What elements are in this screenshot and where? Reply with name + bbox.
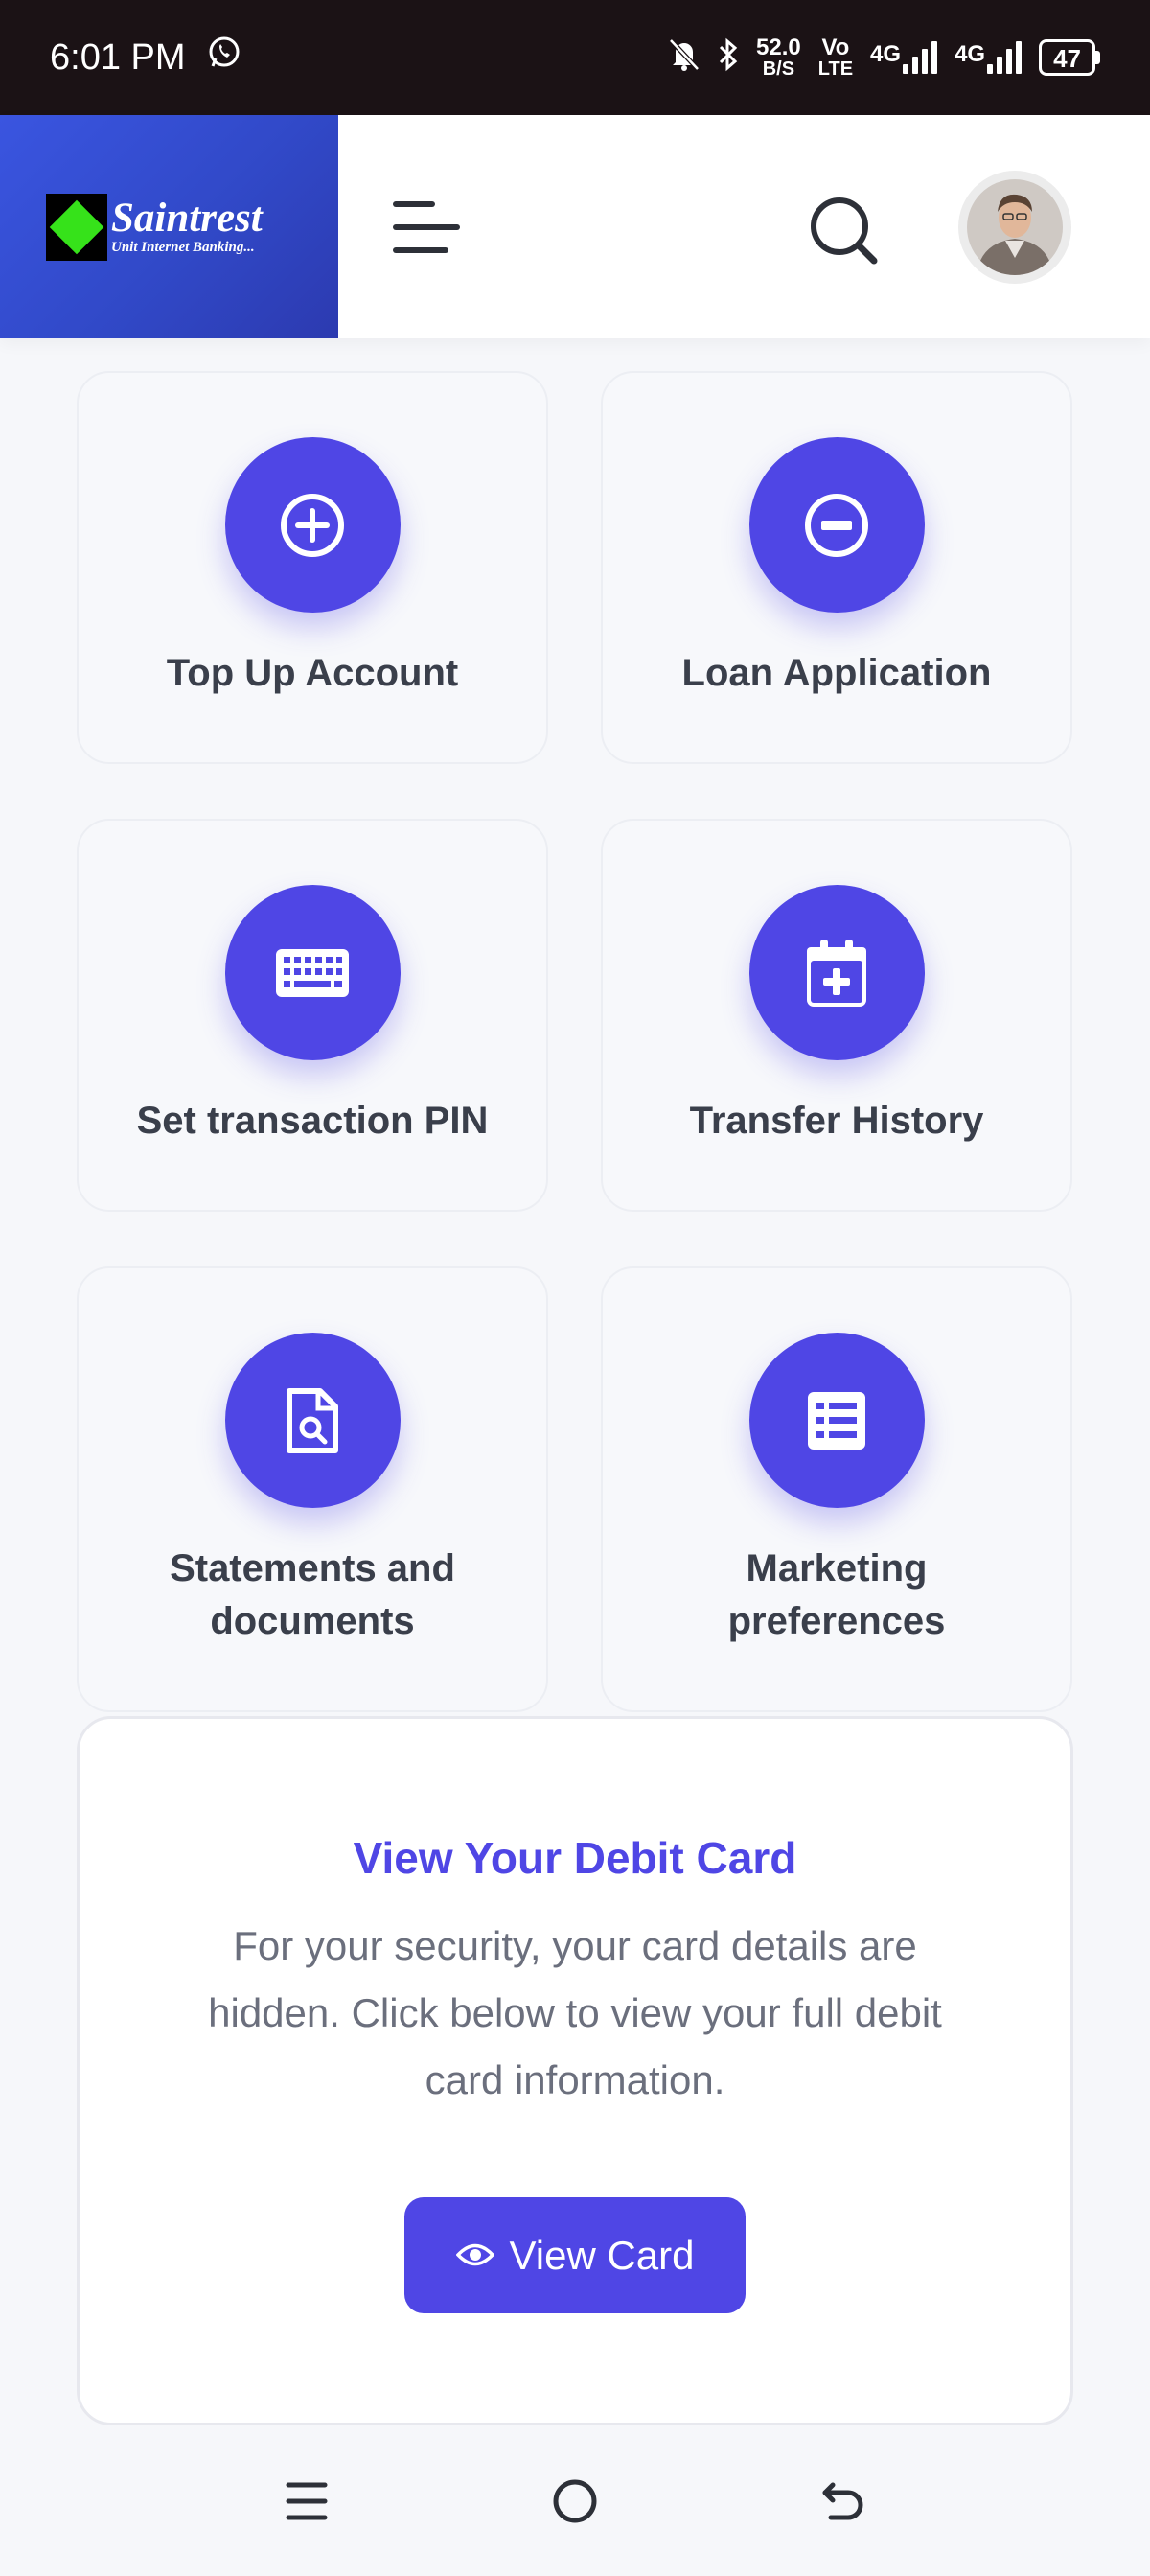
search-icon[interactable] (805, 192, 882, 268)
battery-icon (1095, 51, 1100, 64)
brand-tagline: Unit Internet Banking... (111, 240, 255, 255)
brand-logo[interactable]: Saintrest Unit Internet Banking... (0, 115, 338, 338)
volte-indicator: Vo LTE (817, 35, 854, 80)
recent-apps-icon[interactable] (278, 2472, 335, 2530)
plus-circle-icon (224, 437, 401, 613)
sim2-signal: 4G (954, 41, 1023, 74)
hamburger-menu-icon[interactable] (393, 201, 460, 253)
tile-transfer-history[interactable]: Transfer History (601, 819, 1072, 1212)
status-time: 6:01 PM (50, 36, 186, 78)
tile-label: Statements and documents (170, 1547, 455, 1643)
avatar[interactable] (958, 171, 1071, 284)
view-card-label: View Card (509, 2232, 695, 2278)
debit-card-description: For your security, your card details are… (208, 1923, 942, 2102)
mute-bell-icon (668, 37, 701, 79)
brand-name: Saintrest (111, 196, 263, 241)
tile-top-up-account[interactable]: Top Up Account (77, 371, 548, 764)
logo-mark-icon (46, 193, 107, 261)
eye-icon (455, 2233, 494, 2279)
back-icon[interactable] (815, 2472, 872, 2530)
whatsapp-icon (207, 35, 242, 80)
list-icon (748, 1333, 925, 1508)
keyboard-icon (224, 885, 401, 1060)
minus-circle-icon (748, 437, 925, 613)
status-right: 52.0 B/S Vo LTE 4G 4G 47 (668, 36, 1100, 79)
app-header: Saintrest Unit Internet Banking... (0, 115, 1150, 338)
home-icon[interactable] (546, 2472, 604, 2530)
tile-statements-and-documents[interactable]: Statements and documents (77, 1266, 548, 1712)
battery-indicator: 47 (1039, 39, 1100, 76)
signal-bars-icon (903, 41, 938, 74)
tile-label: Marketing preferences (727, 1547, 946, 1643)
tile-label: Loan Application (681, 652, 992, 694)
tile-label: Top Up Account (166, 652, 459, 694)
sim1-signal: 4G (870, 41, 938, 74)
debit-card-title: View Your Debit Card (353, 1833, 797, 1883)
debit-card-panel: View Your Debit Card For your security, … (77, 1716, 1073, 2425)
tile-label: Set transaction PIN (136, 1100, 489, 1142)
bluetooth-icon (718, 37, 739, 79)
tile-loan-application[interactable]: Loan Application (601, 371, 1072, 764)
status-bar: 6:01 PM 52.0 B/S Vo LTE 4G 4G 47 (0, 0, 1150, 115)
system-nav-bar (0, 2425, 1150, 2576)
network-speed: 52.0 B/S (756, 35, 801, 80)
tile-set-transaction-pin[interactable]: Set transaction PIN (77, 819, 548, 1212)
calendar-plus-icon (748, 885, 925, 1060)
signal-bars-icon (987, 41, 1023, 74)
tile-label: Transfer History (689, 1100, 984, 1142)
user-photo-icon (967, 179, 1063, 275)
view-card-button[interactable]: View Card (404, 2197, 746, 2313)
document-search-icon (224, 1333, 401, 1508)
tile-marketing-preferences[interactable]: Marketing preferences (601, 1266, 1072, 1712)
status-left: 6:01 PM (50, 35, 242, 80)
